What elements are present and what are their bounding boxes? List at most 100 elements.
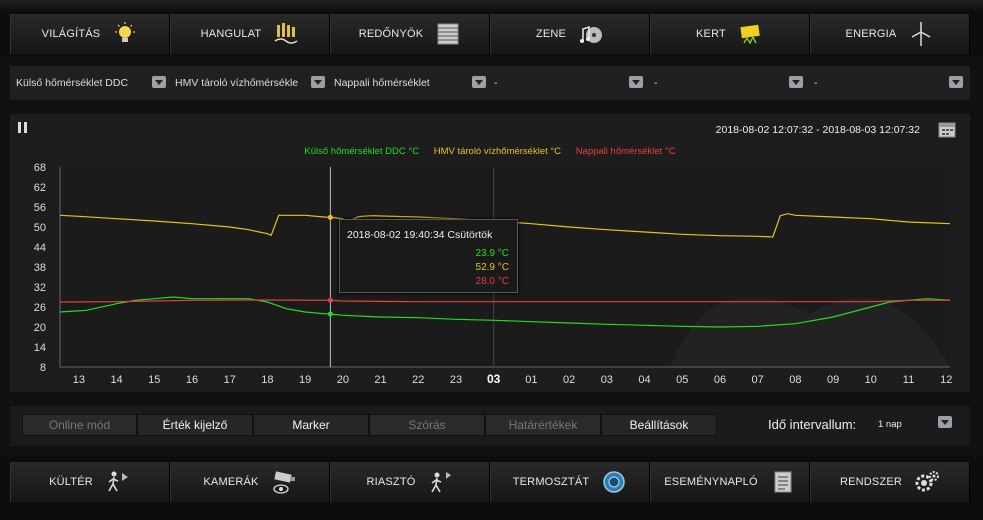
x-tick-label: 14 (110, 374, 122, 386)
x-tick-label: 13 (73, 374, 85, 386)
x-tick-label: 02 (563, 374, 575, 386)
nav-label: VILÁGÍTÁS (41, 28, 101, 40)
nav-riaszto-button[interactable]: RIASZTÓ (330, 462, 490, 502)
nav-kulter-button[interactable]: KÜLTÉR (10, 462, 170, 502)
x-tick-label: 03 (601, 374, 613, 386)
x-tick-label: 08 (789, 374, 801, 386)
dropdown-value: - (814, 77, 818, 89)
nav-label: RENDSZER (839, 476, 903, 488)
y-tick-label: 32 (34, 282, 46, 294)
y-tick-label: 68 (34, 162, 46, 174)
series-dropdown-4[interactable]: - (488, 66, 648, 100)
limits-button[interactable]: Határértékek (485, 414, 601, 436)
nav-label: KERT (696, 28, 726, 40)
nav-label: ZENE (535, 28, 567, 40)
chevron-down-icon[interactable] (629, 76, 643, 88)
nav-termosztat-button[interactable]: TERMOSZTÁT (490, 462, 650, 502)
chart-control-bar: Online mód Érték kijelző Marker Szórás H… (10, 406, 970, 446)
marker-point-1 (327, 311, 333, 317)
music-note-icon (580, 25, 603, 43)
nav-rendszer-button[interactable]: RENDSZER (810, 462, 970, 502)
blinds-icon (437, 23, 459, 45)
chevron-down-icon[interactable] (938, 416, 952, 428)
tooltip-value-1: 23.9 °C (475, 248, 509, 259)
nav-esemenynaplo-button[interactable]: ESEMÉNYNAPLÓ (650, 462, 810, 502)
dropdown-value: Külső hőmérséklet DDC (16, 77, 129, 89)
dropdown-value: Nappali hőmérséklet (334, 77, 430, 89)
dropdown-value: - (654, 77, 658, 89)
bottom-nav-row: KÜLTÉR KAMERÁK RIASZTÓ TERMOSZTÁT ESEMÉN… (10, 462, 970, 502)
x-tick-label: 06 (714, 374, 726, 386)
x-tick-label: 21 (374, 374, 386, 386)
x-tick-label: 22 (412, 374, 424, 386)
thermostat-icon (603, 471, 626, 493)
x-tick-label: 04 (638, 374, 650, 386)
camera-icon (272, 471, 295, 494)
nav-kamerak-button[interactable]: KAMERÁK (170, 462, 330, 502)
y-tick-label: 20 (34, 322, 46, 334)
marker-point-3 (327, 297, 333, 303)
online-mode-button[interactable]: Online mód (22, 414, 137, 436)
x-tick-label: 05 (676, 374, 688, 386)
x-tick-label: 03 (487, 372, 501, 386)
y-tick-label: 26 (34, 302, 46, 314)
value-display-button[interactable]: Érték kijelző (137, 414, 253, 436)
x-tick-label: 09 (827, 374, 839, 386)
y-tick-label: 8 (40, 362, 46, 374)
outdoor-motion-icon (108, 471, 128, 492)
nav-zene-button[interactable]: ZENE (490, 14, 650, 54)
tooltip-value-3: 28.0 °C (475, 276, 509, 287)
interval-label: Idő intervallum: (768, 417, 857, 432)
deviation-button[interactable]: Szórás (369, 414, 485, 436)
chevron-down-icon[interactable] (949, 76, 963, 88)
nav-hangulat-button[interactable]: HANGULAT (170, 14, 330, 54)
tooltip-value-2: 52.9 °C (475, 262, 509, 273)
interval-select[interactable]: 1 nap (878, 419, 902, 430)
alarm-icon (430, 472, 451, 493)
nav-label: ESEMÉNYNAPLÓ (664, 476, 758, 488)
nav-energia-button[interactable]: ENERGIA (810, 14, 970, 54)
nav-kert-button[interactable]: KERT (650, 14, 810, 54)
x-tick-label: 16 (186, 374, 198, 386)
nav-label: ENERGIA (845, 28, 897, 40)
nav-label: KAMERÁK (203, 476, 259, 488)
series-dropdown-6[interactable]: - (808, 66, 970, 100)
series-dropdown-5[interactable]: - (648, 66, 808, 100)
top-nav-row: VILÁGÍTÁS HANGULAT REDŐNYÖK ZENE KERT EN… (10, 14, 970, 54)
dropdown-value: - (494, 77, 498, 89)
bottom-navigation-bar: KÜLTÉR KAMERÁK RIASZTÓ TERMOSZTÁT ESEMÉN… (0, 456, 983, 520)
x-tick-label: 20 (337, 374, 349, 386)
x-tick-label: 01 (525, 374, 537, 386)
chevron-down-icon[interactable] (152, 76, 166, 88)
y-tick-label: 38 (34, 262, 46, 274)
nav-label: REDŐNYÖK (358, 28, 424, 40)
gears-icon (915, 471, 940, 492)
marker-button[interactable]: Marker (253, 414, 369, 436)
chevron-down-icon[interactable] (472, 76, 486, 88)
x-tick-label: 12 (940, 374, 952, 386)
settings-button[interactable]: Beállítások (601, 414, 717, 436)
wind-turbine-icon (912, 22, 931, 46)
nav-label: HANGULAT (200, 28, 262, 40)
series-dropdown-2[interactable]: HMV tároló vízhőmérsékle (169, 66, 328, 100)
y-tick-label: 56 (34, 202, 46, 214)
value-tooltip: 2018-08-02 19:40:34 Csütörtök 23.9 °C 52… (339, 219, 518, 293)
top-shine (0, 0, 983, 12)
chevron-down-icon[interactable] (311, 76, 325, 88)
series-dropdown-1[interactable]: Külső hőmérséklet DDC (10, 66, 169, 100)
y-tick-label: 50 (34, 222, 46, 234)
garden-icon (740, 24, 760, 45)
x-tick-label: 11 (903, 374, 914, 386)
series-selector-bar: Külső hőmérséklet DDC HMV tároló vízhőmé… (10, 66, 970, 100)
nav-vilagitas-button[interactable]: VILÁGÍTÁS (10, 14, 170, 54)
dropdown-value: HMV tároló vízhőmérsékle (175, 77, 299, 89)
x-tick-label: 18 (261, 374, 273, 386)
nav-redonyok-button[interactable]: REDŐNYÖK (330, 14, 490, 54)
marker-point-2 (327, 214, 333, 220)
chevron-down-icon[interactable] (789, 76, 803, 88)
event-log-icon (774, 471, 792, 493)
top-navigation-bar: VILÁGÍTÁS HANGULAT REDŐNYÖK ZENE KERT EN… (0, 0, 983, 56)
tooltip-header: 2018-08-02 19:40:34 Csütörtök (347, 229, 493, 241)
series-dropdown-3[interactable]: Nappali hőmérséklet (328, 66, 488, 100)
x-tick-label: 10 (865, 374, 877, 386)
